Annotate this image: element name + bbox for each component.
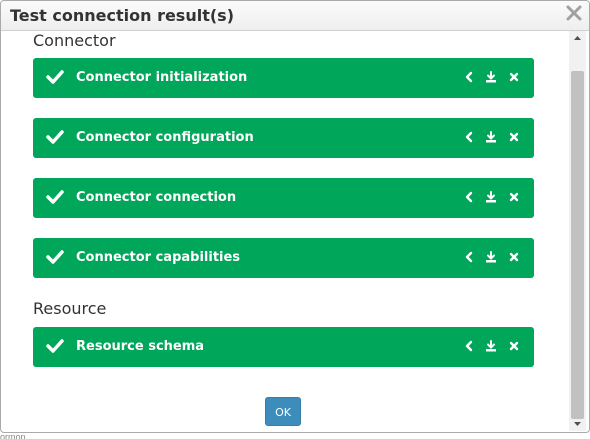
check-icon <box>46 70 64 84</box>
download-icon[interactable] <box>485 131 497 143</box>
result-item-connector-initialization: Connector initialization <box>33 58 534 98</box>
result-item-connector-configuration: Connector configuration <box>33 118 534 158</box>
check-icon <box>46 130 64 144</box>
dialog-title: Test connection result(s) <box>10 6 234 25</box>
check-icon <box>46 339 64 353</box>
result-item-resource-schema: Resource schema <box>33 327 534 367</box>
chevron-left-icon[interactable] <box>463 251 475 263</box>
result-item-label: Connector capabilities <box>76 250 241 265</box>
check-icon <box>46 250 64 264</box>
download-icon[interactable] <box>485 340 497 352</box>
section-title-resource: Resource <box>33 299 107 318</box>
close-icon <box>566 5 582 21</box>
scrollbar-thumb[interactable] <box>571 71 584 419</box>
check-icon <box>46 190 64 204</box>
dialog-content: Connector Connector initialization Conne… <box>1 31 568 432</box>
dialog-close-button[interactable] <box>565 4 583 22</box>
scroll-up-icon[interactable] <box>569 31 586 45</box>
scroll-down-icon[interactable] <box>569 417 586 431</box>
background-text: ormon <box>0 432 26 439</box>
result-item-label: Connector connection <box>76 190 237 205</box>
download-icon[interactable] <box>485 251 497 263</box>
download-icon[interactable] <box>485 71 497 83</box>
result-item-label: Connector initialization <box>76 70 248 85</box>
result-item-label: Connector configuration <box>76 130 254 145</box>
result-item-connector-capabilities: Connector capabilities <box>33 238 534 278</box>
close-icon[interactable] <box>508 251 520 263</box>
download-icon[interactable] <box>485 191 497 203</box>
section-title-connector: Connector <box>33 31 116 50</box>
result-item-label: Resource schema <box>76 339 205 354</box>
chevron-left-icon[interactable] <box>463 340 475 352</box>
chevron-left-icon[interactable] <box>463 71 475 83</box>
close-icon[interactable] <box>508 71 520 83</box>
chevron-left-icon[interactable] <box>463 191 475 203</box>
test-connection-dialog: Test connection result(s) Connector Conn… <box>0 0 590 433</box>
close-icon[interactable] <box>508 191 520 203</box>
result-item-connector-connection: Connector connection <box>33 178 534 218</box>
chevron-left-icon[interactable] <box>463 131 475 143</box>
close-icon[interactable] <box>508 131 520 143</box>
ok-button[interactable]: OK <box>265 397 301 426</box>
dialog-titlebar: Test connection result(s) <box>1 1 589 31</box>
close-icon[interactable] <box>508 340 520 352</box>
vertical-scrollbar[interactable] <box>569 31 586 431</box>
